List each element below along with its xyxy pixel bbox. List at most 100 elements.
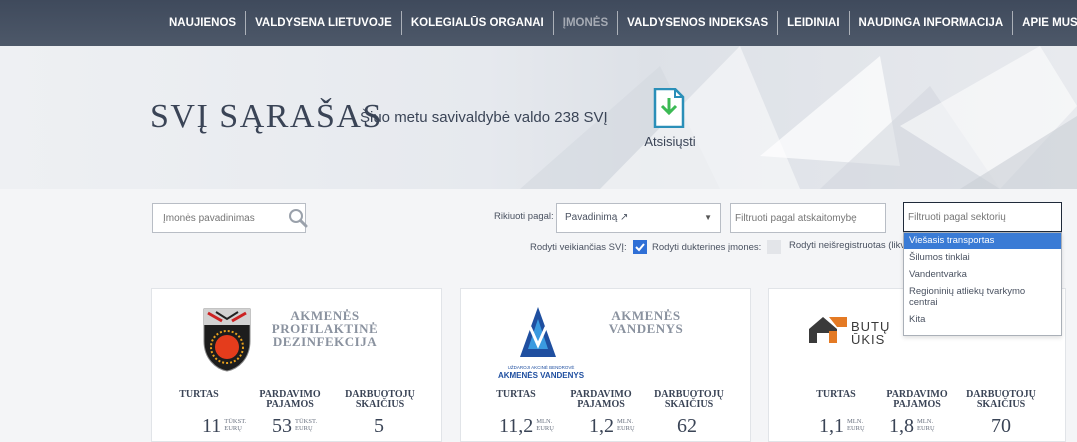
check-active-checkbox[interactable] xyxy=(632,240,647,254)
metric-label-darbuotojai: DARBUOTOJŲ SKAIČIUS xyxy=(961,390,1041,410)
report-filter xyxy=(730,203,886,233)
sector-option-atlieku-centrai[interactable]: Regioninių atliekų tvarkymo centrai xyxy=(904,283,1061,311)
search-icon[interactable] xyxy=(288,208,308,228)
metric-value-pajamos: 53 TŪKST. EURŲ xyxy=(272,415,317,438)
sort-label: Rikiuoti pagal: xyxy=(494,211,554,222)
metric-label-line: PAJAMOS xyxy=(577,399,625,410)
metric-unit-line: MLN. xyxy=(847,418,864,425)
metric-number: 11 xyxy=(202,415,222,437)
hero-banner: SVĮ SĄRAŠAS Šiuo metu savivaldybė valdo … xyxy=(0,46,1077,189)
metric-label-pajamos: PARDAVIMO PAJAMOS xyxy=(565,390,637,410)
check-active-label: Rodyti veikiančias SVĮ: xyxy=(530,241,627,253)
download-button[interactable]: Atsisiųsti xyxy=(637,88,707,158)
metric-label-line: PAJAMOS xyxy=(266,399,314,410)
metric-unit: TŪKST. EURŲ xyxy=(295,418,317,432)
metric-value-darbuotojai: 70 xyxy=(991,415,1011,437)
page: NAUJIENOS VALDYSENA LIETUVOJE KOLEGIALŪS… xyxy=(0,0,1077,442)
metric-unit-line: EURŲ xyxy=(917,425,935,432)
metric-unit: MLN. EURŲ xyxy=(847,418,865,432)
metric-value-turtas: 11 TŪKST. EURŲ xyxy=(202,415,246,438)
metric-label-pajamos: PARDAVIMO PAJAMOS xyxy=(254,390,326,410)
logo-text: BUTŲ ŪKIS xyxy=(851,320,890,346)
logo-text: AKMENĖS VANDENYS xyxy=(497,371,585,380)
nav-item-kolegialus-organai[interactable]: KOLEGIALŪS ORGANAI xyxy=(402,11,554,35)
metric-value-darbuotojai: 62 xyxy=(677,415,697,437)
checkmark-icon xyxy=(634,243,645,252)
metric-unit-line: EURŲ xyxy=(295,425,313,432)
metric-value-turtas: 11,2 MLN. EURŲ xyxy=(499,415,554,438)
download-icon xyxy=(653,88,685,128)
company-search xyxy=(152,203,308,233)
metric-unit-line: EURŲ xyxy=(617,425,635,432)
company-card[interactable]: AKMENĖS PROFILAKTINĖ DEZINFEKCIJA TURTAS… xyxy=(151,288,442,442)
metric-value-turtas: 1,1 MLN. EURŲ xyxy=(819,415,865,438)
metric-unit: TŪKST. EURŲ xyxy=(224,418,246,432)
metric-unit-line: EURŲ xyxy=(224,425,242,432)
metric-unit: MLN. EURŲ xyxy=(617,418,635,432)
sector-dropdown: Viešasis transportas Šilumos tinklai Van… xyxy=(903,232,1062,336)
metric-number: 1,2 xyxy=(589,415,614,437)
sector-option-kita[interactable]: Kita xyxy=(904,311,1061,328)
nav-item-valdysenos-indeksas[interactable]: VALDYSENOS INDEKSAS xyxy=(618,11,779,35)
check-subsidiary-row: Rodyti dukterines įmones: xyxy=(652,240,782,254)
check-subsidiary-label: Rodyti dukterines įmones: xyxy=(652,241,762,253)
metric-unit-line: EURŲ xyxy=(536,425,554,432)
metric-value-darbuotojai: 5 xyxy=(374,415,384,437)
nav-item-naudinga-informacija[interactable]: NAUDINGA INFORMACIJA xyxy=(850,11,1014,35)
metric-unit-line: MLN. xyxy=(617,418,634,425)
metric-number: 53 xyxy=(272,415,292,437)
page-title: SVĮ SĄRAŠAS xyxy=(150,98,383,135)
water-drop-logo xyxy=(520,307,556,357)
chevron-down-icon: ▼ xyxy=(704,213,712,222)
house-logo xyxy=(809,317,847,343)
report-filter-input[interactable] xyxy=(731,204,885,232)
metric-label-darbuotojai: DARBUOTOJŲ SKAIČIUS xyxy=(649,390,729,410)
check-deregistered-row: Rodyti neišregistruotas (likvi xyxy=(789,240,903,251)
company-name-line: DEZINFEKCIJA xyxy=(272,334,378,349)
download-label: Atsisiųsti xyxy=(644,134,696,149)
metric-number: 1,1 xyxy=(819,415,844,437)
metric-label-turtas: TURTAS xyxy=(496,389,536,400)
metric-unit-line: TŪKST. xyxy=(295,418,318,425)
metric-label-turtas: TURTAS xyxy=(179,389,219,400)
company-name[interactable]: AKMENĖS PROFILAKTINĖ DEZINFEKCIJA xyxy=(270,309,380,348)
metric-unit-line: TŪKST. xyxy=(224,418,247,425)
sort-select-value: Pavadinimą ↗ xyxy=(565,212,629,223)
company-name-line: VANDENYS xyxy=(608,321,684,336)
metric-label-line: SKAIČIUS xyxy=(976,399,1026,410)
logo-small-text: UŽDAROJI AKCINĖ BENDROVĖ xyxy=(507,365,575,370)
top-navigation: NAUJIENOS VALDYSENA LIETUVOJE KOLEGIALŪS… xyxy=(0,0,1077,46)
metric-value-pajamos: 1,8 MLN. EURŲ xyxy=(889,415,935,438)
check-subsidiary-checkbox[interactable] xyxy=(767,240,782,254)
metric-number: 11,2 xyxy=(499,415,534,437)
metric-value-pajamos: 1,2 MLN. EURŲ xyxy=(589,415,635,438)
metric-label-line: PAJAMOS xyxy=(893,399,941,410)
metric-unit: MLN. EURŲ xyxy=(917,418,935,432)
company-search-input[interactable] xyxy=(153,204,283,232)
metric-unit-line: EURŲ xyxy=(847,425,865,432)
nav-item-leidiniai[interactable]: LEIDINIAI xyxy=(778,11,850,35)
nav-item-apie-mus[interactable]: APIE MUS xyxy=(1013,11,1077,35)
sector-option-silumos-tinklai[interactable]: Šilumos tinklai xyxy=(904,249,1061,266)
metric-unit: MLN. EURŲ xyxy=(536,418,554,432)
company-name[interactable]: AKMENĖS VANDENYS xyxy=(601,309,691,335)
metric-label-line: SKAIČIUS xyxy=(355,399,405,410)
sector-option-viesasis-transportas[interactable]: Viešasis transportas xyxy=(904,233,1061,249)
logo-text-line: ŪKIS xyxy=(851,332,886,347)
metric-label-darbuotojai: DARBUOTOJŲ SKAIČIUS xyxy=(340,390,420,410)
nav-item-valdysena-lietuvoje[interactable]: VALDYSENA LIETUVOJE xyxy=(246,11,402,35)
check-active-row: Rodyti veikiančias SVĮ: xyxy=(530,240,647,254)
nav-item-imones[interactable]: ĮMONĖS xyxy=(554,11,619,35)
nav-item-naujienos[interactable]: NAUJIENOS xyxy=(160,11,247,35)
check-deregistered-label: Rodyti neišregistruotas (likvi xyxy=(789,240,903,251)
company-card[interactable]: UŽDAROJI AKCINĖ BENDROVĖ AKMENĖS VANDENY… xyxy=(460,288,751,442)
sort-select[interactable]: Pavadinimą ↗ ▼ xyxy=(556,203,721,233)
sector-filter xyxy=(903,202,1062,232)
metric-label-line: SKAIČIUS xyxy=(664,399,714,410)
metric-label-turtas: TURTAS xyxy=(816,389,856,400)
sector-option-vandentvarka[interactable]: Vandentvarka xyxy=(904,266,1061,283)
coat-of-arms-logo xyxy=(203,308,251,372)
metric-unit-line: MLN. xyxy=(536,418,553,425)
metric-number: 1,8 xyxy=(889,415,914,437)
sector-filter-input[interactable] xyxy=(904,203,1061,231)
